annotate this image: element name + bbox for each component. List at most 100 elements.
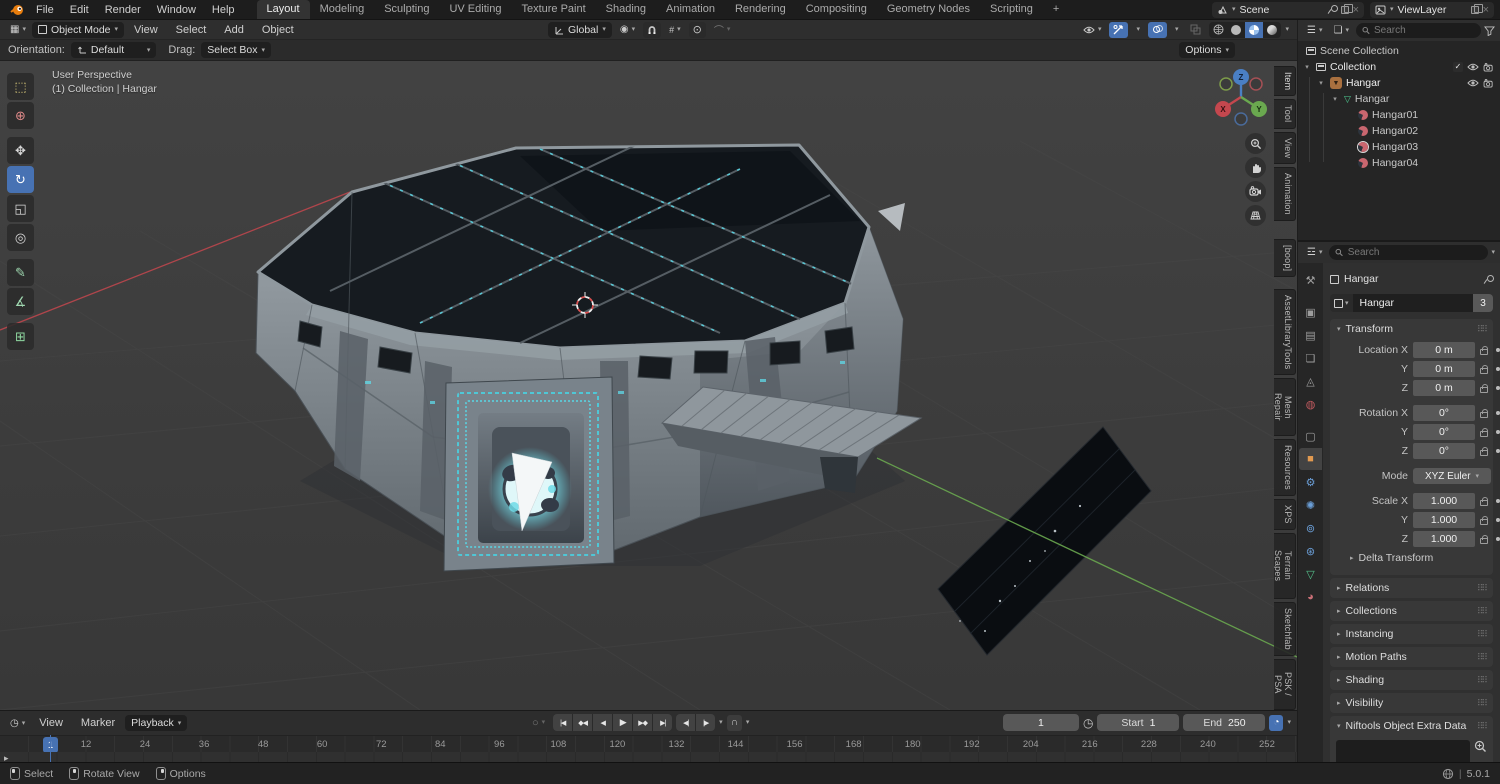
lock-icon[interactable]: [1480, 408, 1488, 418]
xray-toggle[interactable]: [1186, 22, 1205, 38]
transform-orientation-selector[interactable]: Global ▾: [548, 21, 612, 38]
step-back-button[interactable]: ◀|: [676, 714, 696, 731]
workspace-tab-modeling[interactable]: Modeling: [310, 0, 375, 19]
step-caret-icon[interactable]: ▾: [719, 719, 723, 726]
visibility-panel[interactable]: ▸ Visibility ⠿⠿: [1330, 693, 1493, 713]
tab-object[interactable]: ■: [1299, 448, 1322, 470]
select-box-tool-button[interactable]: ⬚: [7, 73, 34, 100]
annotate-tool-button[interactable]: ✎: [7, 259, 34, 286]
lock-icon[interactable]: [1480, 345, 1488, 355]
viewport-3d[interactable]: User Perspective (1) Collection | Hangar…: [0, 61, 1297, 710]
pin-id-icon[interactable]: [1484, 274, 1494, 284]
tab-render[interactable]: ▣: [1299, 301, 1322, 323]
motion-paths-panel[interactable]: ▸ Motion Paths ⠿⠿: [1330, 647, 1493, 667]
sidebar-tab-terrain-scapes[interactable]: Terrain Scapes: [1274, 532, 1296, 600]
timeline-editor-selector[interactable]: ◷ ▾: [6, 715, 29, 731]
workspace-tab-rendering[interactable]: Rendering: [725, 0, 796, 19]
keying-caret-icon[interactable]: ▾: [746, 719, 750, 726]
shading-panel[interactable]: ▸ Shading ⠿⠿: [1330, 670, 1493, 690]
pin-icon[interactable]: [1328, 5, 1338, 14]
tab-constraints[interactable]: ⊛: [1299, 540, 1322, 562]
outliner-display-mode[interactable]: ☰ ▾: [1303, 23, 1326, 39]
panel-grip-icon[interactable]: ⠿⠿: [1477, 629, 1488, 640]
new-scene-icon[interactable]: [1340, 3, 1353, 14]
sidebar-tab-item[interactable]: Item: [1274, 66, 1296, 97]
overlays-settings[interactable]: ▾: [1171, 22, 1183, 38]
sidebar-tab-view[interactable]: View: [1274, 131, 1296, 164]
sidebar-tab-psk-psa[interactable]: PSK / PSA: [1274, 658, 1296, 710]
add-cube-tool-button[interactable]: ⊞: [7, 323, 34, 350]
scale-x-field[interactable]: 1.000: [1413, 493, 1475, 509]
lock-icon[interactable]: [1480, 515, 1488, 525]
close-scene-icon[interactable]: ×: [1353, 4, 1359, 16]
tab-output[interactable]: ▤: [1299, 324, 1322, 346]
lock-icon[interactable]: [1480, 534, 1488, 544]
mesh-expand-icon[interactable]: ▾: [1330, 95, 1340, 103]
panel-grip-icon[interactable]: ⠿⠿: [1477, 652, 1488, 663]
hide-eye-icon[interactable]: [1467, 63, 1479, 71]
location-z-field[interactable]: 0 m: [1413, 380, 1475, 396]
remove-viewlayer-icon[interactable]: ×: [1483, 4, 1489, 16]
workspace-tab-texture-paint[interactable]: Texture Paint: [511, 0, 595, 19]
lock-icon[interactable]: [1480, 446, 1488, 456]
snap-settings[interactable]: # ▾: [665, 22, 685, 38]
scale-tool-button[interactable]: ◱: [7, 195, 34, 222]
location-x-field[interactable]: 0 m: [1413, 342, 1475, 358]
properties-editor-selector[interactable]: ☲ ▾: [1303, 245, 1326, 261]
pan-button[interactable]: [1245, 157, 1266, 178]
sidebar-tab-boop[interactable]: [boop]: [1274, 238, 1296, 277]
shading-material-button[interactable]: [1245, 21, 1264, 38]
rotation-mode-dropdown[interactable]: XYZ Euler ▾: [1413, 468, 1491, 484]
tab-scene[interactable]: ◬: [1299, 370, 1322, 392]
lock-icon[interactable]: [1480, 427, 1488, 437]
sync-caret-icon[interactable]: ▾: [1287, 719, 1291, 726]
orientation-dropdown[interactable]: Default ▾: [70, 42, 157, 58]
sidebar-tab-sketchfab[interactable]: Sketchfab: [1274, 602, 1296, 656]
collection-expand-icon[interactable]: ▾: [1302, 63, 1312, 71]
proportional-falloff-selector[interactable]: ⌒ ▾: [710, 22, 735, 38]
rotation-y-field[interactable]: 0°: [1413, 424, 1475, 440]
panel-grip-icon[interactable]: ⠿⠿: [1477, 606, 1488, 617]
editor-type-selector[interactable]: ▦ ▾: [6, 22, 30, 38]
cursor-tool-button[interactable]: ⊕: [7, 102, 34, 129]
blender-logo-icon[interactable]: [10, 4, 24, 16]
play-button[interactable]: ▶: [613, 714, 633, 731]
jump-to-start-button[interactable]: |◀: [553, 714, 573, 731]
outliner-search[interactable]: [1355, 23, 1481, 38]
network-globe-icon[interactable]: [1442, 768, 1454, 780]
transform-tool-button[interactable]: ◎: [7, 224, 34, 251]
menu-file[interactable]: File: [28, 0, 62, 20]
camera-view-button[interactable]: [1245, 181, 1266, 202]
properties-options-caret-icon[interactable]: ▾: [1491, 249, 1495, 256]
lock-icon[interactable]: [1480, 496, 1488, 506]
panel-grip-icon[interactable]: ⠿⠿: [1477, 721, 1488, 732]
niftools-add-button[interactable]: [1474, 740, 1487, 762]
workspace-tab-geometry-nodes[interactable]: Geometry Nodes: [877, 0, 980, 19]
prev-keyframe-button[interactable]: ◆◀: [573, 714, 593, 731]
object-expand-icon[interactable]: ▾: [1316, 79, 1326, 87]
animate-dot[interactable]: [1496, 348, 1500, 352]
add-workspace-button[interactable]: +: [1043, 0, 1069, 19]
hide-eye-icon[interactable]: [1467, 79, 1479, 87]
outliner-row-scene-collection[interactable]: Scene Collection: [1298, 43, 1500, 59]
sidebar-tab-assetlibrarytools[interactable]: AssetLibraryTools: [1274, 288, 1296, 376]
viewport-menu-add[interactable]: Add: [216, 20, 252, 40]
outliner-row-hangar01[interactable]: Hangar01: [1298, 107, 1500, 123]
tab-world[interactable]: ◍: [1299, 393, 1322, 415]
proportional-editing-toggle[interactable]: ⊙: [688, 21, 706, 38]
new-viewlayer-icon[interactable]: [1470, 3, 1483, 14]
auto-keying-toggle[interactable]: ○ ▾: [528, 715, 549, 731]
workspace-tab-shading[interactable]: Shading: [596, 0, 656, 19]
viewport-canvas[interactable]: [0, 61, 1297, 710]
animate-dot[interactable]: [1496, 430, 1500, 434]
animate-dot[interactable]: [1496, 537, 1500, 541]
tab-modifiers[interactable]: ⚙: [1299, 471, 1322, 493]
panel-grip-icon[interactable]: ⠿⠿: [1477, 583, 1488, 594]
pivot-point-selector[interactable]: ◉ ▾: [616, 22, 639, 38]
viewlayer-name[interactable]: ViewLayer: [1398, 4, 1467, 16]
timeline-track[interactable]: [0, 752, 1297, 762]
scene-selector[interactable]: ▾ Scene ×: [1212, 1, 1364, 18]
sidebar-tab-tool[interactable]: Tool: [1274, 99, 1296, 129]
properties-search[interactable]: [1329, 245, 1489, 260]
workspace-tab-compositing[interactable]: Compositing: [796, 0, 877, 19]
